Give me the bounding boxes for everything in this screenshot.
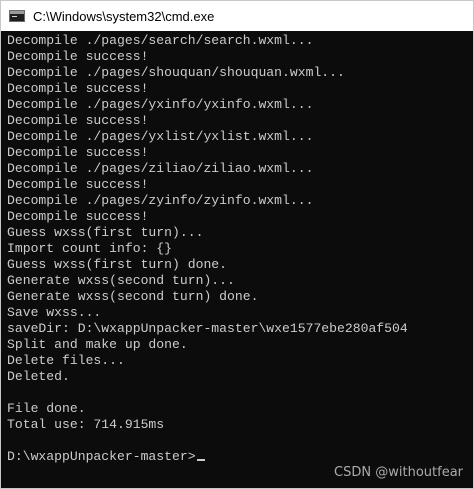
console-line: Decompile success! <box>7 113 149 128</box>
console-line: Delete files... <box>7 353 125 368</box>
text-cursor <box>196 459 205 461</box>
console-line: Save wxss... <box>7 305 102 320</box>
console-line: Decompile ./pages/zyinfo/zyinfo.wxml... <box>7 193 314 208</box>
console-line: Generate wxss(second turn) done. <box>7 289 259 304</box>
console-line: Decompile ./pages/shouquan/shouquan.wxml… <box>7 65 345 80</box>
cmd-icon <box>9 10 25 22</box>
title-bar[interactable]: C:\Windows\system32\cmd.exe <box>1 1 473 31</box>
console-line: Split and make up done. <box>7 337 188 352</box>
console-output[interactable]: Decompile ./pages/search/search.wxml... … <box>1 31 467 484</box>
command-prompt: D:\wxappUnpacker-master> <box>7 449 196 464</box>
console-line: Generate wxss(second turn)... <box>7 273 235 288</box>
console-line: Decompile success! <box>7 145 149 160</box>
console-line: saveDir: D:\wxappUnpacker-master\wxe1577… <box>7 321 408 336</box>
console-line: File done. <box>7 401 86 416</box>
console-line: Decompile success! <box>7 49 149 64</box>
console-line: Guess wxss(first turn) done. <box>7 257 228 272</box>
console-line: Decompile success! <box>7 177 149 192</box>
console-line: Decompile success! <box>7 209 149 224</box>
console-line: Decompile ./pages/yxinfo/yxinfo.wxml... <box>7 97 314 112</box>
console-line: Decompile ./pages/yxlist/yxlist.wxml... <box>7 129 314 144</box>
watermark: CSDN @withoutfear <box>334 465 463 480</box>
console-line: Deleted. <box>7 369 70 384</box>
console-line: Guess wxss(first turn)... <box>7 225 204 240</box>
console-line: Import count info: {} <box>7 241 173 256</box>
cmd-window: C:\Windows\system32\cmd.exe Decompile ./… <box>0 0 474 489</box>
vertical-scrollbar[interactable] <box>467 31 473 488</box>
console-line: Decompile success! <box>7 81 149 96</box>
prompt-line[interactable]: D:\wxappUnpacker-master> <box>7 449 467 465</box>
console-line: Decompile ./pages/search/search.wxml... <box>7 33 314 48</box>
console-line: Decompile ./pages/ziliao/ziliao.wxml... <box>7 161 314 176</box>
window-title: C:\Windows\system32\cmd.exe <box>33 8 215 24</box>
console-line: Total use: 714.915ms <box>7 417 165 432</box>
